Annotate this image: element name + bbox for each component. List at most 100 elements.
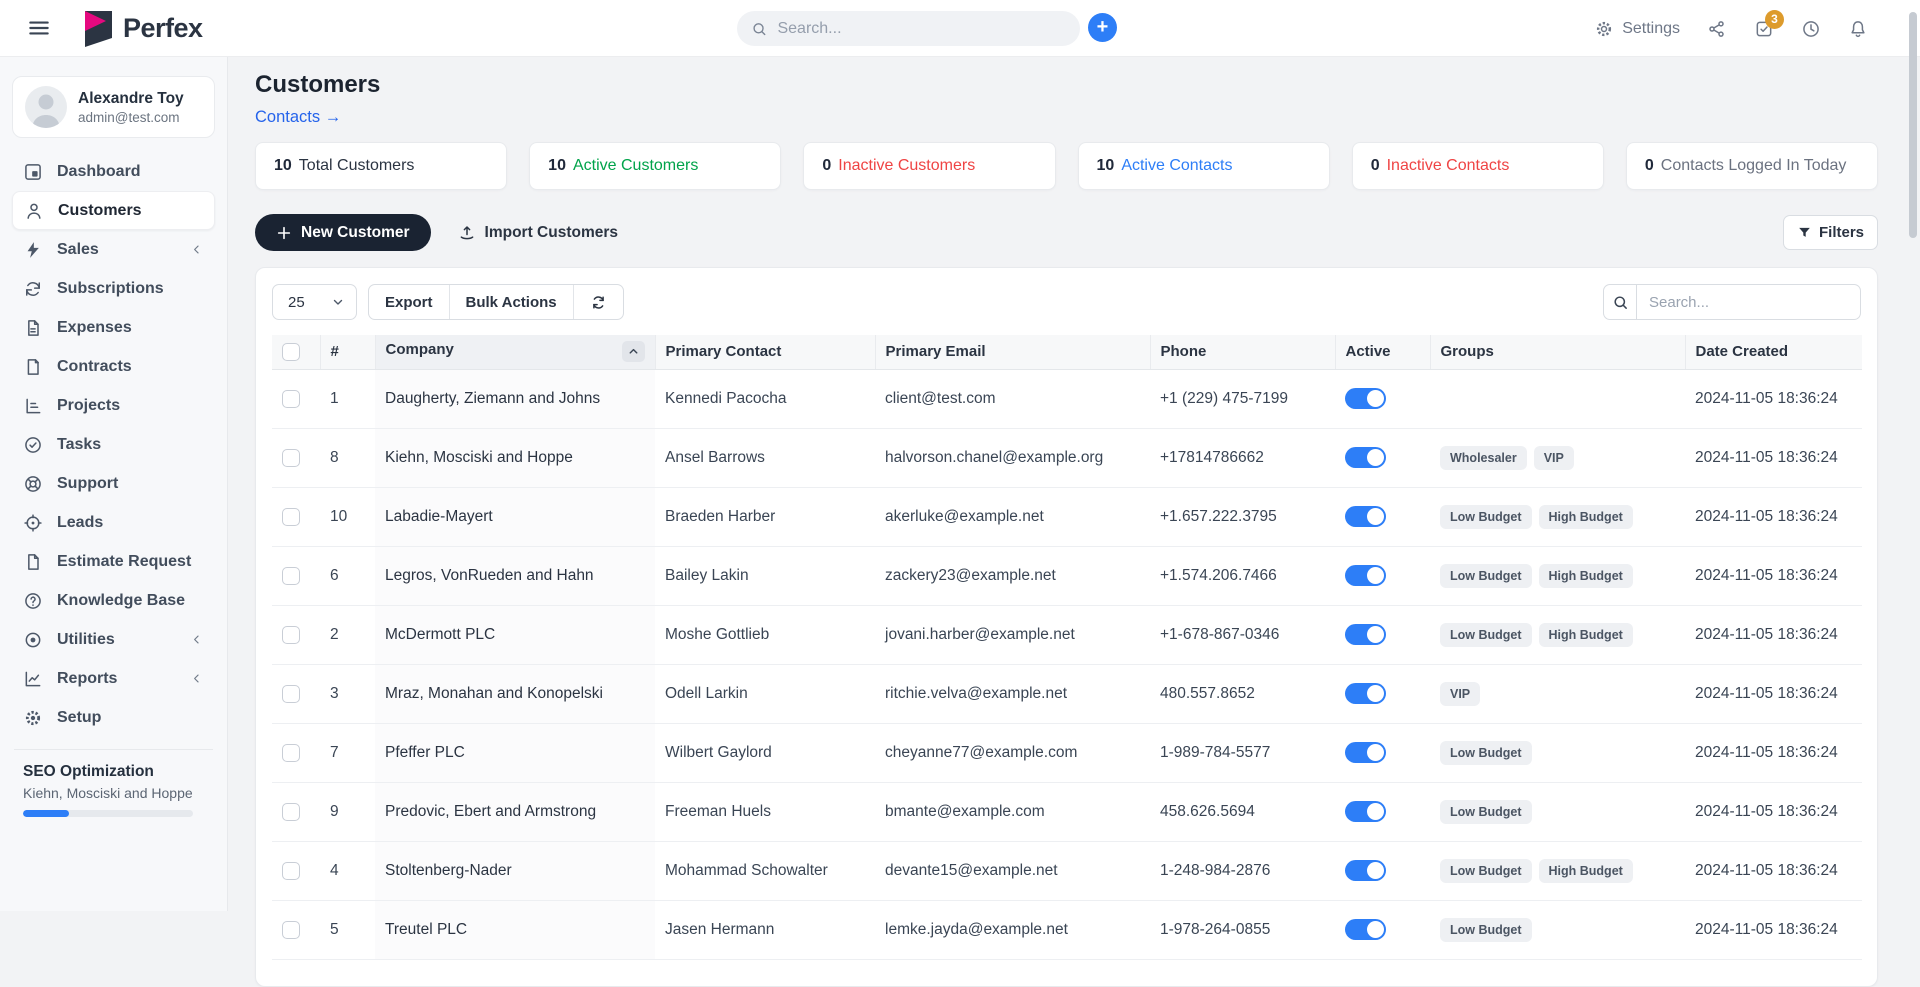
cell-primary-email[interactable]: client@test.com <box>875 369 1150 428</box>
column-header-date-created[interactable]: Date Created <box>1685 335 1862 369</box>
sidebar-item-customers[interactable]: Customers <box>12 191 215 230</box>
summary-card-inactive-contacts[interactable]: 0Inactive Contacts <box>1352 142 1604 190</box>
app-logo[interactable]: Perfex <box>84 10 203 47</box>
cell-primary-contact[interactable]: Freeman Huels <box>655 782 875 841</box>
cell-primary-email[interactable]: jovani.harber@example.net <box>875 605 1150 664</box>
project-progress-widget[interactable]: SEO Optimization Kiehn, Mosciski and Hop… <box>12 750 215 817</box>
page-size-select[interactable]: 25 <box>272 284 357 320</box>
global-search-input[interactable] <box>777 20 1066 38</box>
select-all-checkbox[interactable] <box>282 343 300 361</box>
cell-company[interactable]: Kiehn, Mosciski and Hoppe <box>375 428 655 487</box>
sidebar-item-subscriptions[interactable]: Subscriptions <box>12 269 215 308</box>
row-checkbox[interactable] <box>282 803 300 821</box>
cell-company[interactable]: Pfeffer PLC <box>375 723 655 782</box>
cell-company[interactable]: Stoltenberg-Nader <box>375 841 655 900</box>
column-header-primary-email[interactable]: Primary Email <box>875 335 1150 369</box>
cell-primary-email[interactable]: ritchie.velva@example.net <box>875 664 1150 723</box>
cell-primary-contact[interactable]: Braeden Harber <box>655 487 875 546</box>
column-header-groups[interactable]: Groups <box>1430 335 1685 369</box>
cell-company[interactable]: Legros, VonRueden and Hahn <box>375 546 655 605</box>
sidebar-item-sales[interactable]: Sales <box>12 230 215 269</box>
row-checkbox[interactable] <box>282 508 300 526</box>
sidebar-item-tasks[interactable]: Tasks <box>12 425 215 464</box>
cell-primary-email[interactable]: zackery23@example.net <box>875 546 1150 605</box>
row-checkbox[interactable] <box>282 449 300 467</box>
summary-card-total-customers[interactable]: 10Total Customers <box>255 142 507 190</box>
column-header-#[interactable]: # <box>320 335 375 369</box>
sidebar-item-estimate-request[interactable]: Estimate Request <box>12 542 215 581</box>
active-toggle[interactable] <box>1345 683 1386 704</box>
sidebar-item-support[interactable]: Support <box>12 464 215 503</box>
row-checkbox[interactable] <box>282 626 300 644</box>
cell-company[interactable]: Mraz, Monahan and Konopelski <box>375 664 655 723</box>
column-header-phone[interactable]: Phone <box>1150 335 1335 369</box>
cell-company[interactable]: Daugherty, Ziemann and Johns <box>375 369 655 428</box>
import-customers-button[interactable]: Import Customers <box>458 224 619 242</box>
cell-primary-email[interactable]: bmante@example.com <box>875 782 1150 841</box>
filters-button[interactable]: Filters <box>1783 215 1878 250</box>
cell-primary-email[interactable]: akerluke@example.net <box>875 487 1150 546</box>
cell-primary-contact[interactable]: Kennedi Pacocha <box>655 369 875 428</box>
summary-card-active-contacts[interactable]: 10Active Contacts <box>1078 142 1330 190</box>
sidebar-item-utilities[interactable]: Utilities <box>12 620 215 659</box>
todo-button[interactable]: 3 <box>1754 19 1774 39</box>
row-checkbox[interactable] <box>282 567 300 585</box>
quick-create-button[interactable]: + <box>1088 13 1117 42</box>
active-toggle[interactable] <box>1345 447 1386 468</box>
sidebar-item-setup[interactable]: Setup <box>12 698 215 737</box>
cell-primary-contact[interactable]: Ansel Barrows <box>655 428 875 487</box>
row-checkbox[interactable] <box>282 685 300 703</box>
timers-button[interactable] <box>1801 19 1821 39</box>
active-toggle[interactable] <box>1345 801 1386 822</box>
column-header-company[interactable]: Company <box>375 335 655 369</box>
cell-primary-contact[interactable]: Odell Larkin <box>655 664 875 723</box>
row-checkbox[interactable] <box>282 921 300 939</box>
cell-company[interactable]: Labadie-Mayert <box>375 487 655 546</box>
cell-primary-email[interactable]: cheyanne77@example.com <box>875 723 1150 782</box>
global-search[interactable] <box>737 11 1080 46</box>
cell-primary-contact[interactable]: Bailey Lakin <box>655 546 875 605</box>
export-button[interactable]: Export <box>369 285 449 319</box>
refresh-button[interactable] <box>573 285 623 319</box>
cell-primary-contact[interactable]: Mohammad Schowalter <box>655 841 875 900</box>
sort-asc-button[interactable] <box>622 341 645 362</box>
hamburger-menu-icon[interactable] <box>26 15 52 41</box>
active-toggle[interactable] <box>1345 388 1386 409</box>
active-toggle[interactable] <box>1345 506 1386 527</box>
active-toggle[interactable] <box>1345 860 1386 881</box>
column-header-active[interactable]: Active <box>1335 335 1430 369</box>
sidebar-item-leads[interactable]: Leads <box>12 503 215 542</box>
summary-card-contacts-logged-in-today[interactable]: 0Contacts Logged In Today <box>1626 142 1878 190</box>
settings-button[interactable]: Settings <box>1594 19 1680 39</box>
share-button[interactable] <box>1707 19 1727 39</box>
new-customer-button[interactable]: New Customer <box>255 214 431 251</box>
active-toggle[interactable] <box>1345 919 1386 940</box>
cell-primary-contact[interactable]: Jasen Hermann <box>655 900 875 959</box>
row-checkbox[interactable] <box>282 390 300 408</box>
cell-primary-email[interactable]: lemke.jayda@example.net <box>875 900 1150 959</box>
page-scrollbar[interactable] <box>1909 12 1917 238</box>
sidebar-item-projects[interactable]: Projects <box>12 386 215 425</box>
sidebar-item-reports[interactable]: Reports <box>12 659 215 698</box>
row-checkbox[interactable] <box>282 862 300 880</box>
cell-primary-contact[interactable]: Moshe Gottlieb <box>655 605 875 664</box>
cell-company[interactable]: McDermott PLC <box>375 605 655 664</box>
cell-company[interactable]: Treutel PLC <box>375 900 655 959</box>
bulk-actions-button[interactable]: Bulk Actions <box>449 285 573 319</box>
contacts-link[interactable]: Contacts → <box>255 108 341 127</box>
table-search-button[interactable] <box>1603 284 1637 320</box>
row-checkbox[interactable] <box>282 744 300 762</box>
notifications-button[interactable] <box>1848 19 1868 39</box>
active-toggle[interactable] <box>1345 565 1386 586</box>
cell-primary-email[interactable]: halvorson.chanel@example.org <box>875 428 1150 487</box>
sidebar-item-expenses[interactable]: Expenses <box>12 308 215 347</box>
summary-card-inactive-customers[interactable]: 0Inactive Customers <box>803 142 1055 190</box>
cell-company[interactable]: Predovic, Ebert and Armstrong <box>375 782 655 841</box>
active-toggle[interactable] <box>1345 624 1386 645</box>
table-search-input[interactable] <box>1637 284 1861 320</box>
active-toggle[interactable] <box>1345 742 1386 763</box>
summary-card-active-customers[interactable]: 10Active Customers <box>529 142 781 190</box>
sidebar-item-dashboard[interactable]: Dashboard <box>12 152 215 191</box>
sidebar-item-contracts[interactable]: Contracts <box>12 347 215 386</box>
cell-primary-contact[interactable]: Wilbert Gaylord <box>655 723 875 782</box>
